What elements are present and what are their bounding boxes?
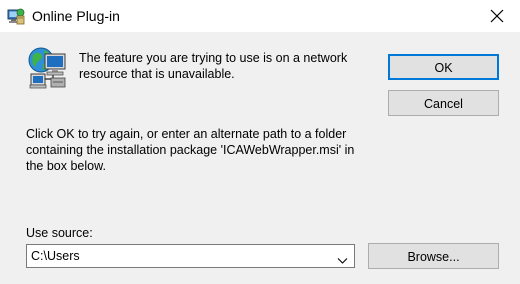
dialog-window: Online Plug-in The feature you are tryin… [0, 0, 520, 284]
title-bar[interactable]: Online Plug-in [0, 0, 520, 32]
source-combobox[interactable]: C:\Users [26, 244, 355, 268]
cancel-button[interactable]: Cancel [388, 90, 499, 116]
error-message: The feature you are trying to use is on … [79, 51, 348, 81]
source-label: Use source: [26, 226, 93, 240]
dialog-body: The feature you are trying to use is on … [0, 32, 520, 284]
network-computer-icon [27, 46, 69, 90]
close-icon [490, 9, 504, 23]
close-button[interactable] [474, 0, 520, 32]
instructions-text: Click OK to try again, or enter an alter… [26, 127, 355, 173]
ok-button[interactable]: OK [388, 54, 499, 80]
browse-button[interactable]: Browse... [368, 243, 499, 269]
window-title: Online Plug-in [32, 8, 120, 24]
installer-icon [7, 7, 25, 25]
source-input[interactable]: C:\Users [31, 248, 80, 264]
chevron-down-icon[interactable] [337, 252, 348, 264]
